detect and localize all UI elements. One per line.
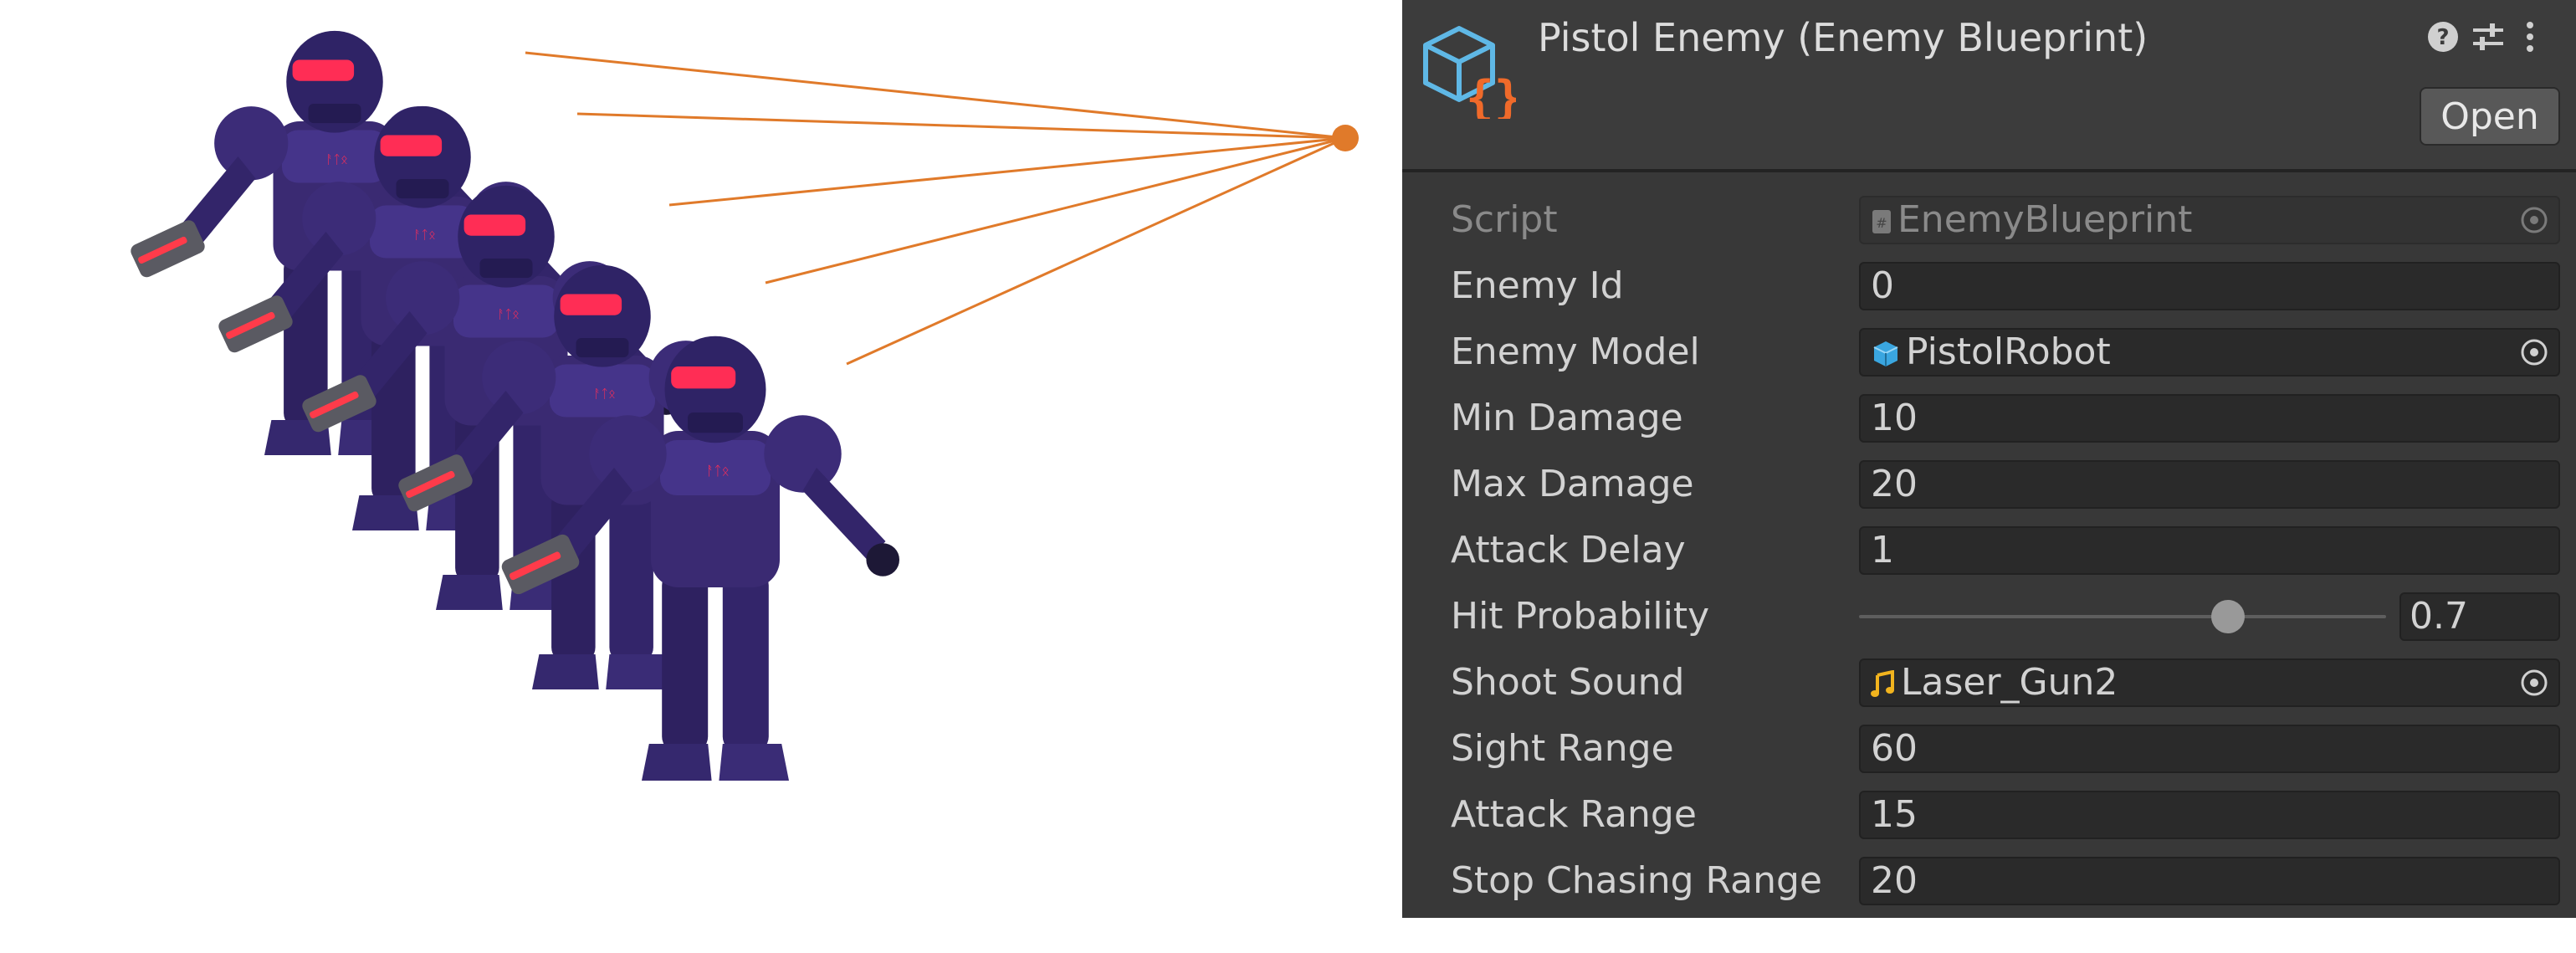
- object-picker-icon[interactable]: [2518, 336, 2550, 368]
- attack-range-field[interactable]: 15: [1859, 791, 2560, 839]
- hit-probability-slider[interactable]: [1859, 600, 2386, 633]
- sight-range-label: Sight Range: [1451, 727, 1674, 770]
- scriptable-object-icon: {}: [1423, 26, 1516, 119]
- svg-text:{}: {}: [1466, 71, 1516, 119]
- script-value: EnemyBlueprint: [1897, 198, 2193, 241]
- object-picker-icon[interactable]: [2518, 667, 2550, 699]
- max-damage-label: Max Damage: [1451, 463, 1694, 505]
- enemy-id-label: Enemy Id: [1451, 264, 1624, 307]
- enemy-id-row: Enemy Id 0: [1402, 257, 2576, 315]
- attack-range-label: Attack Range: [1451, 793, 1697, 836]
- stop-chasing-range-row: Stop Chasing Range 20: [1402, 852, 2576, 910]
- sight-origin-dot: [1332, 125, 1359, 151]
- presets-icon[interactable]: [2470, 18, 2507, 55]
- attack-range-row: Attack Range 15: [1402, 786, 2576, 844]
- enemy-model-label: Enemy Model: [1451, 330, 1700, 373]
- open-button[interactable]: Open: [2420, 87, 2560, 146]
- asset-title: Pistol Enemy (Enemy Blueprint): [1538, 15, 2148, 60]
- shoot-sound-label: Shoot Sound: [1451, 661, 1685, 704]
- cube-icon: [1873, 341, 1898, 366]
- shoot-sound-field[interactable]: Laser_Gun2: [1859, 658, 2560, 707]
- slider-thumb[interactable]: [2211, 600, 2245, 633]
- stop-chasing-range-field[interactable]: 20: [1859, 857, 2560, 905]
- min-damage-field[interactable]: 10: [1859, 394, 2560, 443]
- svg-text:?: ?: [2436, 25, 2449, 50]
- enemy-id-field[interactable]: 0: [1859, 262, 2560, 310]
- svg-text:#: #: [1876, 215, 1887, 231]
- hit-probability-row: Hit Probability 0.7: [1402, 587, 2576, 646]
- attack-delay-label: Attack Delay: [1451, 529, 1686, 571]
- max-damage-row: Max Damage 20: [1402, 455, 2576, 514]
- attack-delay-field[interactable]: 1: [1859, 526, 2560, 575]
- script-file-icon: #: [1872, 210, 1891, 233]
- object-picker-icon: [2521, 207, 2548, 233]
- enemy-model-value: PistolRobot: [1906, 330, 2111, 373]
- inspector-header: {} Pistol Enemy (Enemy Blueprint) ? Open: [1402, 0, 2576, 172]
- script-field: # EnemyBlueprint: [1859, 196, 2560, 244]
- sight-range-field[interactable]: 60: [1859, 725, 2560, 773]
- hit-probability-field[interactable]: 0.7: [2399, 592, 2560, 641]
- enemy-model-field[interactable]: PistolRobot: [1859, 328, 2560, 377]
- script-label: Script: [1451, 198, 1558, 241]
- sight-range-row: Sight Range 60: [1402, 720, 2576, 778]
- enemy-illustration: ᚨᛏᛟ: [128, 30, 1359, 781]
- hit-probability-label: Hit Probability: [1451, 595, 1710, 638]
- help-icon[interactable]: ?: [2425, 18, 2461, 55]
- script-row: Script # EnemyBlueprint: [1402, 191, 2576, 249]
- shoot-sound-value: Laser_Gun2: [1901, 661, 2118, 704]
- attack-delay-row: Attack Delay 1: [1402, 521, 2576, 580]
- inspector-panel: {} Pistol Enemy (Enemy Blueprint) ? Open…: [1402, 0, 2576, 918]
- stop-chasing-range-label: Stop Chasing Range: [1451, 859, 1822, 902]
- audio-clip-icon: [1871, 670, 1894, 697]
- min-damage-label: Min Damage: [1451, 397, 1683, 439]
- enemy-model-row: Enemy Model PistolRobot: [1402, 323, 2576, 382]
- min-damage-row: Min Damage 10: [1402, 389, 2576, 448]
- max-damage-field[interactable]: 20: [1859, 460, 2560, 509]
- kebab-menu-icon[interactable]: [2520, 18, 2540, 55]
- shoot-sound-row: Shoot Sound Laser_Gun2: [1402, 653, 2576, 712]
